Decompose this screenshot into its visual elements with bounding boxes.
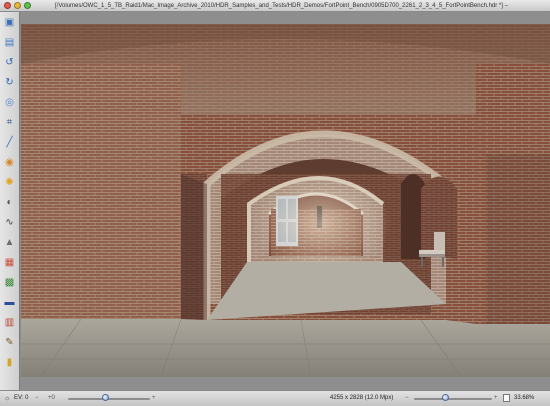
- curves-icon[interactable]: ∿: [3, 216, 16, 229]
- ev-minus-icon[interactable]: −: [35, 391, 39, 406]
- close-button[interactable]: [4, 2, 11, 9]
- image-dimensions: 4255 x 2828 (12.0 Mpx): [330, 395, 394, 401]
- rotate-left-icon[interactable]: ↺: [3, 56, 16, 69]
- exposure-icon: ☼: [4, 395, 11, 402]
- minimize-button[interactable]: [14, 2, 21, 9]
- crop-icon[interactable]: ⌗: [3, 116, 16, 129]
- hdr-photo: [21, 24, 550, 377]
- adjust-colors-icon[interactable]: ▦: [3, 256, 16, 269]
- zoom-icon[interactable]: ◎: [3, 96, 16, 109]
- zoom-button[interactable]: [24, 2, 31, 9]
- zoom-slider-track[interactable]: [414, 398, 492, 400]
- fit-to-window-icon[interactable]: [503, 394, 510, 402]
- save-image-icon[interactable]: ▤: [3, 36, 16, 49]
- saturation-icon[interactable]: ▩: [3, 276, 16, 289]
- zoom-minus-icon[interactable]: −: [405, 391, 409, 406]
- ev-label: EV: 0: [14, 395, 29, 401]
- zoom-plus-icon[interactable]: +: [494, 391, 498, 406]
- brush-icon[interactable]: ✎: [3, 336, 16, 349]
- status-bar: ☼ EV: 0 − +0 + 4255 x 2828 (12.0 Mpx) − …: [0, 390, 550, 406]
- exposure-icon[interactable]: ✺: [3, 176, 16, 189]
- sharpen-icon[interactable]: ▲: [3, 236, 16, 249]
- ev-slider-knob[interactable]: [101, 394, 109, 401]
- history-icon[interactable]: ▮: [3, 356, 16, 369]
- color-icon[interactable]: ◉: [3, 156, 16, 169]
- ev-extra-label: +0: [48, 395, 55, 401]
- ev-plus-icon[interactable]: +: [152, 391, 156, 406]
- levels-icon[interactable]: ▬: [3, 296, 16, 309]
- tool-palette: ▣ ▤ ↺ ↻ ◎ ⌗ ╱ ◉ ✺ ◐ ∿ ▲ ▦ ▩ ▬ ▥ ✎ ▮: [0, 12, 20, 390]
- straighten-icon[interactable]: ╱: [3, 136, 16, 149]
- contrast-icon[interactable]: ◐: [3, 196, 16, 209]
- window-controls: [4, 2, 31, 9]
- window-title: [/Volumes/OWC_1_5_TB_Raid1/Mac_Image_Arc…: [55, 3, 510, 9]
- ev-slider-track[interactable]: [68, 398, 150, 400]
- zoom-percent: 33.68%: [514, 395, 535, 401]
- rotate-right-icon[interactable]: ↻: [3, 76, 16, 89]
- open-image-icon[interactable]: ▣: [3, 16, 16, 29]
- title-bar: [/Volumes/OWC_1_5_TB_Raid1/Mac_Image_Arc…: [0, 0, 550, 12]
- filter-icon[interactable]: ▥: [3, 316, 16, 329]
- image-canvas[interactable]: [21, 24, 550, 377]
